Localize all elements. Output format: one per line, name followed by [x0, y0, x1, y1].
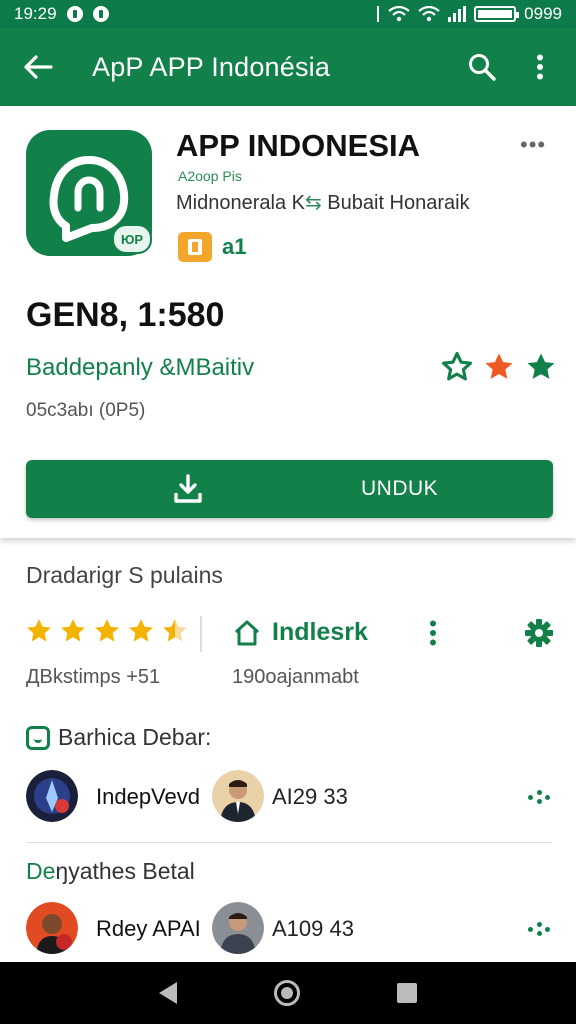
ratings-section-title: Dradarigr S pulains [26, 562, 223, 588]
status-bar: 19:29 0999 [0, 0, 576, 28]
list-item[interactable]: Rdey APAI A109 43 [26, 902, 556, 956]
star-filled-icon [61, 619, 85, 642]
search-button[interactable] [462, 47, 502, 87]
developer-subtitle: A2oop Pis [178, 168, 242, 184]
overflow-menu-button[interactable] [520, 47, 560, 87]
developer-line-part-a: Midnonerala K [176, 192, 305, 214]
status-time: 19:29 [14, 4, 57, 23]
share-icon[interactable] [528, 922, 550, 936]
star-filled-icon [95, 619, 119, 642]
system-nav-bar [0, 962, 576, 1024]
battery-text: 0999 [524, 4, 562, 23]
rating-row: Indlesrk [24, 612, 564, 656]
rating-stars [24, 616, 190, 646]
install-button[interactable]: UNDUK [26, 460, 553, 518]
download-icon [174, 474, 202, 503]
age-rating: a1 [222, 234, 247, 259]
app-meta: 05c3abı (0P5) [26, 400, 146, 421]
app-bar-title: ApP APP Indonésia [92, 51, 331, 82]
nav-recents-button[interactable] [397, 983, 418, 1003]
star-filled-icon [129, 619, 153, 642]
gear-icon [525, 619, 553, 647]
wifi-strong-icon [418, 6, 440, 22]
nav-back-button[interactable] [158, 982, 177, 1004]
avatar [212, 770, 264, 822]
more-vert-icon [537, 54, 543, 80]
section-divider [26, 842, 552, 843]
avatar [212, 902, 264, 954]
install-button-label: UNDUK [361, 477, 439, 500]
avatar [26, 902, 78, 954]
search-icon [469, 54, 496, 81]
developer-link[interactable]: Baddepanly &MBaitiv [26, 354, 254, 382]
alert-icon [92, 6, 109, 22]
rating-count: ДBkstimps +51 [26, 666, 161, 688]
nav-home-button[interactable] [273, 980, 300, 1006]
app-name: APP INDONESIA [176, 128, 421, 163]
star-outline-icon [441, 351, 473, 381]
rating-downloads: 190oajanmabt [232, 666, 359, 688]
reviewer-name: IndepVevd [96, 784, 200, 809]
reviewer-name: Rdey APAI [96, 916, 201, 941]
reviewer-value: A109 43 [272, 916, 354, 941]
back-button[interactable] [16, 45, 60, 89]
home-outline-icon [234, 620, 260, 645]
more-options-icon[interactable]: ••• [520, 132, 546, 158]
star-rating-small [440, 350, 558, 384]
rating-divider [200, 616, 202, 652]
developer-line: Midnonerala K⇆ Bubait Honaraik [176, 190, 470, 215]
arrow-left-icon [24, 55, 53, 79]
app-stat: GEN8, 1:580 [26, 296, 225, 334]
reviews-heading-2-label: ŋyathes Betal [55, 858, 195, 884]
battery-icon [474, 6, 520, 22]
share-icon[interactable] [528, 790, 550, 804]
cell-signal-icon [448, 6, 467, 22]
developer-line-part-b: Bubait Honaraik [321, 192, 470, 214]
swap-icon: ⇆ [304, 192, 322, 214]
avatar [26, 770, 78, 822]
list-item[interactable]: IndepVevd AI29 33 [26, 770, 556, 824]
reviews-heading: Barhica Debar: [26, 724, 211, 751]
star-half-icon [163, 619, 187, 642]
notification-icon [66, 6, 83, 22]
follow-button[interactable]: Indlesrk [232, 618, 368, 647]
reviews-heading-2: Deŋyathes Betal [26, 858, 195, 885]
app-icon-badge: ЮP [112, 224, 152, 254]
signal-divider-icon [377, 6, 380, 22]
star-filled-icon [27, 619, 51, 642]
rating-more-icon[interactable] [426, 620, 440, 646]
settings-button[interactable] [524, 618, 554, 653]
content-rating-icon [178, 232, 212, 262]
follow-label: Indlesrk [272, 618, 368, 646]
app-bar: ApP APP Indonésia [0, 28, 576, 106]
star-orange-icon [485, 353, 513, 379]
more-vert-green-icon [430, 620, 436, 646]
reviewer-value: AI29 33 [272, 784, 348, 809]
reviews-heading-label: Barhica Debar: [58, 724, 212, 750]
star-green-icon [527, 353, 555, 379]
reviews-heading-2-accent: De [26, 858, 56, 884]
wifi-icon [388, 6, 410, 22]
chat-icon [26, 725, 50, 750]
app-header-card: ЮP APP INDONESIA ••• A2oop Pis Midnonera… [0, 106, 576, 538]
